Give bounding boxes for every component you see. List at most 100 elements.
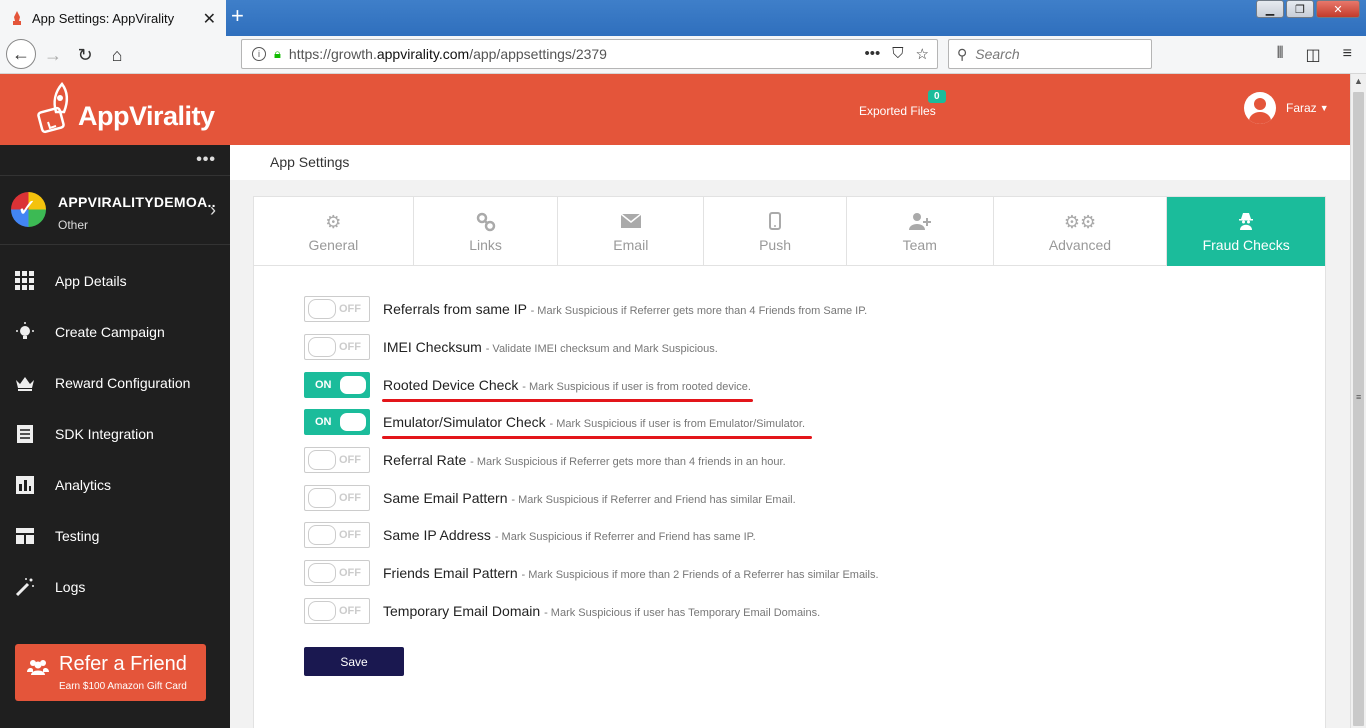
exported-files-link[interactable]: Exported Files	[859, 104, 936, 118]
home-icon[interactable]: ⌂	[104, 42, 130, 68]
check-referral-rate: OFF Referral Rate - Mark Suspicious if R…	[304, 447, 786, 473]
sidebar-item-app-details[interactable]: App Details	[0, 255, 230, 306]
search-icon: ⚲	[957, 45, 968, 62]
sidebar-item-label: SDK Integration	[55, 425, 154, 442]
browser-tab-title: App Settings: AppVirality	[32, 10, 175, 26]
tab-links[interactable]: Links	[414, 197, 559, 267]
page-scrollbar[interactable]: ▲ ≡	[1350, 74, 1366, 728]
url-bar[interactable]: i 🔒︎ https://growth. appvirality.com/app/…	[241, 39, 938, 69]
user-name: Faraz	[1286, 101, 1317, 115]
mobile-icon	[769, 211, 782, 232]
url-domain: appvirality.com	[376, 46, 470, 62]
grid-icon	[14, 270, 36, 291]
avatar-icon	[1244, 92, 1276, 124]
app-selector[interactable]: APPVIRALITYDEMOA.. Other ›	[0, 175, 230, 245]
maximize-icon[interactable]: ❐	[1286, 0, 1314, 18]
sidebar-item-label: Analytics	[55, 476, 112, 493]
check-title: Temporary Email Domain	[383, 603, 541, 619]
tab-fraud-checks[interactable]: Fraud Checks	[1167, 197, 1325, 267]
sidebar-item-label: Create Campaign	[55, 323, 165, 340]
sidebar-item-create-campaign[interactable]: Create Campaign	[0, 306, 230, 357]
toggle-switch[interactable]: OFF	[304, 598, 370, 624]
url-prefix: https://growth.	[288, 46, 377, 62]
scroll-grip-icon: ≡	[1356, 392, 1362, 402]
check-description: - Mark Suspicious if user has Temporary …	[544, 607, 821, 619]
sidebar: ••• APPVIRALITYDEMOA.. Other › App Detai…	[0, 145, 230, 728]
browser-navbar: ← → ↻ ⌂ i 🔒︎ https://growth. appvirality.…	[0, 36, 1366, 74]
scroll-up-icon[interactable]: ▲	[1354, 76, 1363, 86]
main-content: App Settings ⚙ General Links Email Push	[230, 145, 1350, 728]
scrollbar-thumb[interactable]	[1353, 92, 1364, 726]
tab-general[interactable]: ⚙ General	[254, 197, 414, 267]
sidebar-item-testing[interactable]: Testing	[0, 510, 230, 561]
check-imei-checksum: OFF IMEI Checksum - Validate IMEI checks…	[304, 334, 718, 360]
new-tab-icon[interactable]: +	[231, 3, 244, 29]
toggle-switch[interactable]: OFF	[304, 522, 370, 548]
check-referrals-same-ip: OFF Referrals from same IP - Mark Suspic…	[304, 296, 867, 322]
tab-email[interactable]: Email	[558, 197, 705, 267]
sidebar-toggle-icon[interactable]: ◫	[1306, 45, 1321, 65]
window-controls: ▁ ❐ ✕	[1256, 0, 1360, 18]
user-menu[interactable]: Faraz ▼	[1244, 92, 1329, 124]
check-title: Friends Email Pattern	[383, 565, 518, 581]
toggle-switch[interactable]: ON	[304, 372, 370, 398]
sidebar-item-label: Testing	[55, 527, 100, 544]
check-same-ip-address: OFF Same IP Address - Mark Suspicious if…	[304, 522, 756, 548]
toggle-switch[interactable]: OFF	[304, 560, 370, 586]
sidebar-item-reward-configuration[interactable]: Reward Configuration	[0, 357, 230, 408]
refer-a-friend-button[interactable]: Refer a Friend Earn $100 Amazon Gift Car…	[15, 644, 206, 701]
fraud-checks-panel: OFF Referrals from same IP - Mark Suspic…	[253, 266, 1326, 728]
check-description: - Mark Suspicious if more than 2 Friends…	[521, 569, 879, 581]
tab-label: Team	[902, 236, 937, 253]
url-path: /app/appsettings/2379	[469, 46, 607, 62]
tab-advanced[interactable]: ⚙⚙ Advanced	[994, 197, 1168, 267]
highlight-underline	[382, 436, 812, 439]
toggle-switch[interactable]: OFF	[304, 485, 370, 511]
link-icon	[476, 212, 496, 232]
toggle-switch[interactable]: OFF	[304, 334, 370, 360]
browser-search-input[interactable]: ⚲ Search	[948, 39, 1152, 69]
info-icon[interactable]: i	[252, 47, 266, 61]
receipt-icon	[14, 424, 36, 444]
tab-close-icon[interactable]: ✕	[203, 9, 216, 29]
hamburger-menu-icon[interactable]: ≡	[1343, 45, 1352, 65]
app-header: AppVirality Exported Files 0 Faraz ▼	[0, 74, 1350, 145]
browser-tab[interactable]: App Settings: AppVirality ✕	[0, 0, 226, 36]
check-emulator-simulator: ON Emulator/Simulator Check - Mark Suspi…	[304, 409, 805, 435]
forward-arrow-icon[interactable]: →	[40, 42, 66, 68]
page-title: App Settings	[230, 145, 1350, 180]
check-description: - Mark Suspicious if Referrer and Friend…	[494, 531, 756, 543]
tab-push[interactable]: Push	[704, 197, 847, 267]
layout-icon	[14, 526, 36, 546]
sidebar-item-analytics[interactable]: Analytics	[0, 459, 230, 510]
check-description: - Mark Suspicious if user is from Emulat…	[549, 418, 806, 430]
save-button[interactable]: Save	[304, 647, 404, 676]
check-description: - Mark Suspicious if user is from rooted…	[522, 381, 751, 393]
page-actions-icon[interactable]: •••	[865, 45, 881, 63]
gear-icon: ⚙	[325, 211, 342, 232]
back-arrow-icon[interactable]: ←	[6, 39, 36, 69]
sidebar-item-logs[interactable]: Logs	[0, 561, 230, 612]
minimize-icon[interactable]: ▁	[1256, 0, 1284, 18]
browser-tabbar: App Settings: AppVirality ✕ + ▁ ❐ ✕	[0, 0, 1366, 36]
check-description: - Mark Suspicious if Referrer gets more …	[470, 456, 786, 468]
highlight-underline	[382, 399, 753, 402]
tab-team[interactable]: Team	[847, 197, 994, 267]
window-close-icon[interactable]: ✕	[1316, 0, 1360, 18]
gears-icon: ⚙⚙	[1063, 211, 1097, 232]
reload-icon[interactable]: ↻	[72, 42, 98, 68]
pocket-icon[interactable]: ⛉	[892, 45, 903, 63]
tab-label: Links	[469, 236, 502, 253]
check-title: Referral Rate	[383, 452, 467, 468]
toggle-switch[interactable]: ON	[304, 409, 370, 435]
sidebar-more-icon[interactable]: •••	[196, 151, 216, 169]
spy-icon	[1237, 212, 1255, 232]
bookmark-star-icon[interactable]: ☆	[916, 45, 929, 63]
crown-icon	[14, 373, 36, 393]
sidebar-item-sdk-integration[interactable]: SDK Integration	[0, 408, 230, 459]
toggle-switch[interactable]: OFF	[304, 296, 370, 322]
toggle-switch[interactable]: OFF	[304, 447, 370, 473]
appvirality-logo[interactable]: AppVirality	[36, 82, 215, 136]
check-title: Referrals from same IP	[383, 301, 527, 317]
library-icon[interactable]: ⫴	[1277, 45, 1284, 65]
